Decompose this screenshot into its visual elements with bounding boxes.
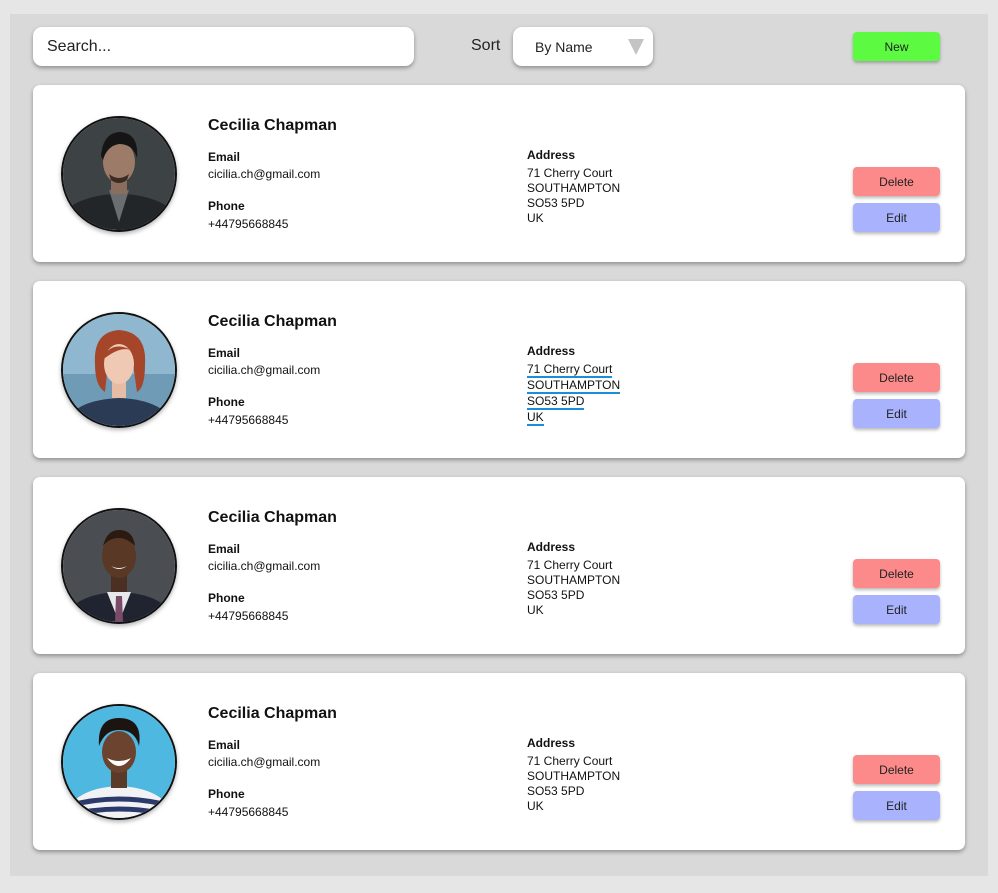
phone-label: Phone xyxy=(208,591,245,605)
email-value: cicilia.ch@gmail.com xyxy=(208,167,321,181)
phone-label: Phone xyxy=(208,787,245,801)
address-label: Address xyxy=(527,540,576,554)
address-label: Address xyxy=(527,148,576,162)
sort-selected-value: By Name xyxy=(535,39,593,55)
address-line: UK xyxy=(527,603,544,617)
address-line: 71 Cherry Court xyxy=(527,362,613,378)
contact-card: Cecilia Chapman Email cicilia.ch@gmail.c… xyxy=(33,85,965,262)
address-label: Address xyxy=(527,736,576,750)
address-label: Address xyxy=(527,344,576,358)
address-block: 71 Cherry Court SOUTHAMPTON SO53 5PD UK xyxy=(527,558,620,618)
contact-card: Cecilia Chapman Email cicilia.ch@gmail.c… xyxy=(33,281,965,458)
address-line: SOUTHAMPTON xyxy=(527,181,621,195)
email-value: cicilia.ch@gmail.com xyxy=(208,363,321,377)
email-label: Email xyxy=(208,542,241,556)
avatar xyxy=(61,508,177,624)
phone-value: +44795668845 xyxy=(208,805,289,819)
address-line: UK xyxy=(527,799,544,813)
address-line: UK xyxy=(527,211,544,225)
edit-button[interactable]: Edit xyxy=(853,203,940,232)
edit-button[interactable]: Edit xyxy=(853,791,940,820)
contact-name: Cecilia Chapman xyxy=(208,705,337,722)
delete-button[interactable]: Delete xyxy=(853,559,940,588)
toolbar: Sort By Name New xyxy=(10,14,988,84)
phone-value: +44795668845 xyxy=(208,217,289,231)
address-line: SOUTHAMPTON xyxy=(527,573,621,587)
search-input[interactable] xyxy=(33,27,414,66)
address-line: 71 Cherry Court xyxy=(527,166,613,180)
address-block-selected[interactable]: 71 Cherry Court SOUTHAMPTON SO53 5PD UK xyxy=(527,362,621,426)
sort-label: Sort xyxy=(471,37,501,54)
chevron-down-icon xyxy=(628,39,644,55)
phone-label: Phone xyxy=(208,395,245,409)
address-line: SO53 5PD xyxy=(527,394,585,410)
delete-button[interactable]: Delete xyxy=(853,755,940,784)
email-label: Email xyxy=(208,150,241,164)
address-block: 71 Cherry Court SOUTHAMPTON SO53 5PD UK xyxy=(527,754,620,814)
avatar xyxy=(61,704,177,820)
phone-label: Phone xyxy=(208,199,245,213)
email-value: cicilia.ch@gmail.com xyxy=(208,559,321,573)
avatar xyxy=(61,312,177,428)
address-line: SO53 5PD xyxy=(527,588,585,602)
delete-button[interactable]: Delete xyxy=(853,167,940,196)
new-contact-button[interactable]: New xyxy=(853,32,940,61)
contact-name: Cecilia Chapman xyxy=(208,509,337,526)
email-label: Email xyxy=(208,738,241,752)
address-line: SOUTHAMPTON xyxy=(527,769,621,783)
delete-button[interactable]: Delete xyxy=(853,363,940,392)
contact-card: Cecilia Chapman Email cicilia.ch@gmail.c… xyxy=(33,477,965,654)
address-line: SO53 5PD xyxy=(527,784,585,798)
avatar xyxy=(61,116,177,232)
edit-button[interactable]: Edit xyxy=(853,399,940,428)
address-line: SO53 5PD xyxy=(527,196,585,210)
phone-value: +44795668845 xyxy=(208,413,289,427)
contact-name: Cecilia Chapman xyxy=(208,117,337,134)
email-value: cicilia.ch@gmail.com xyxy=(208,755,321,769)
address-line: 71 Cherry Court xyxy=(527,558,613,572)
address-line: UK xyxy=(527,410,544,426)
edit-button[interactable]: Edit xyxy=(853,595,940,624)
address-block: 71 Cherry Court SOUTHAMPTON SO53 5PD UK xyxy=(527,166,620,226)
address-line: SOUTHAMPTON xyxy=(527,378,621,394)
contacts-panel: Sort By Name New Cecilia Chapman Email c… xyxy=(10,14,988,876)
contact-name: Cecilia Chapman xyxy=(208,313,337,330)
address-line: 71 Cherry Court xyxy=(527,754,613,768)
sort-dropdown[interactable]: By Name xyxy=(513,27,653,66)
email-label: Email xyxy=(208,346,241,360)
phone-value: +44795668845 xyxy=(208,609,289,623)
contact-card: Cecilia Chapman Email cicilia.ch@gmail.c… xyxy=(33,673,965,850)
